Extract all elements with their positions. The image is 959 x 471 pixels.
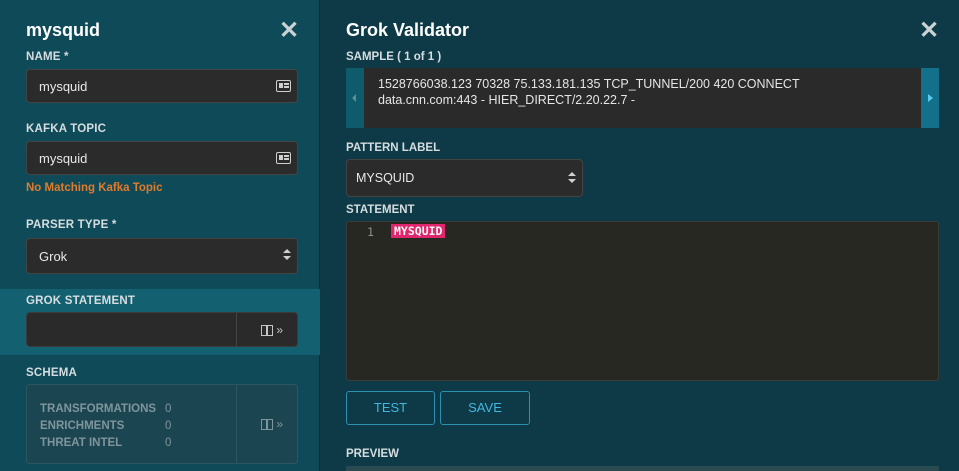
sample-label: SAMPLE ( 1 of 1 ) bbox=[346, 51, 442, 63]
select-arrows-icon bbox=[568, 172, 576, 184]
schema-row-threat-intel: THREAT INTEL bbox=[40, 437, 123, 449]
name-field[interactable]: mysquid bbox=[26, 69, 298, 103]
contact-card-icon bbox=[276, 80, 291, 92]
threat-intel-count: 0 bbox=[165, 437, 172, 449]
schema-expand-button[interactable]: » bbox=[261, 417, 283, 431]
statement-label: STATEMENT bbox=[346, 204, 415, 216]
next-sample-button[interactable] bbox=[921, 68, 939, 128]
schema-row-enrichments: ENRICHMENTS bbox=[40, 420, 125, 432]
kafka-warning: No Matching Kafka Topic bbox=[26, 182, 163, 194]
statement-editor[interactable]: 1 MYSQUID bbox=[346, 221, 939, 381]
grok-expand-button[interactable]: » bbox=[261, 323, 283, 337]
line-number: 1 bbox=[367, 225, 374, 239]
schema-label: SCHEMA bbox=[26, 367, 78, 379]
grok-validator-panel: Grok Validator ✕ SAMPLE ( 1 of 1 ) 15287… bbox=[321, 0, 959, 471]
preview-area bbox=[346, 466, 939, 471]
divider bbox=[236, 385, 237, 463]
transformations-count: 0 bbox=[165, 403, 172, 415]
pattern-label-select[interactable]: MYSQUID bbox=[346, 159, 583, 197]
parser-type-value: Grok bbox=[39, 249, 68, 264]
pattern-label-label: PATTERN LABEL bbox=[346, 142, 441, 154]
double-chevron-icon: » bbox=[276, 323, 283, 337]
schema-box: TRANSFORMATIONS 0 ENRICHMENTS 0 THREAT I… bbox=[26, 384, 298, 464]
parser-type-label: PARSER TYPE * bbox=[26, 219, 117, 231]
grok-statement-label: GROK STATEMENT bbox=[26, 295, 136, 307]
select-arrows-icon bbox=[283, 249, 291, 261]
sample-line: data.cnn.com:443 - HIER_DIRECT/2.20.22.7… bbox=[378, 93, 636, 107]
chevron-left-icon bbox=[352, 94, 356, 102]
pattern-label-value: MYSQUID bbox=[356, 171, 415, 185]
split-view-icon bbox=[261, 324, 274, 336]
close-icon[interactable]: ✕ bbox=[279, 19, 299, 43]
sensor-config-panel: mysquid ✕ NAME * mysquid KAFKA TOPIC mys… bbox=[0, 0, 320, 471]
sample-line: 1528766038.123 70328 75.133.181.135 TCP_… bbox=[378, 77, 800, 91]
divider bbox=[236, 313, 237, 346]
statement-token: MYSQUID bbox=[391, 224, 446, 238]
save-button[interactable]: SAVE bbox=[440, 391, 530, 425]
close-icon[interactable]: ✕ bbox=[919, 19, 939, 43]
panel-title: mysquid bbox=[26, 20, 101, 40]
test-button[interactable]: TEST bbox=[346, 391, 435, 425]
name-label: NAME * bbox=[26, 51, 69, 63]
sample-box[interactable]: 1528766038.123 70328 75.133.181.135 TCP_… bbox=[346, 68, 939, 128]
grok-statement-field[interactable]: » bbox=[26, 312, 298, 347]
kafka-topic-field[interactable]: mysquid bbox=[26, 141, 298, 175]
chevron-right-icon bbox=[928, 94, 933, 102]
kafka-topic-label: KAFKA TOPIC bbox=[26, 123, 107, 135]
previous-sample-button[interactable] bbox=[346, 68, 364, 128]
enrichments-count: 0 bbox=[165, 420, 172, 432]
split-view-icon bbox=[261, 418, 274, 430]
schema-row-transformations: TRANSFORMATIONS bbox=[40, 403, 157, 415]
contact-card-icon bbox=[276, 152, 291, 164]
name-value: mysquid bbox=[39, 79, 88, 94]
validator-title: Grok Validator bbox=[346, 20, 470, 40]
parser-type-select[interactable]: Grok bbox=[26, 238, 298, 274]
sample-text[interactable]: 1528766038.123 70328 75.133.181.135 TCP_… bbox=[378, 76, 918, 108]
preview-label: PREVIEW bbox=[346, 448, 400, 460]
double-chevron-icon: » bbox=[276, 417, 283, 431]
kafka-topic-value: mysquid bbox=[39, 151, 88, 166]
